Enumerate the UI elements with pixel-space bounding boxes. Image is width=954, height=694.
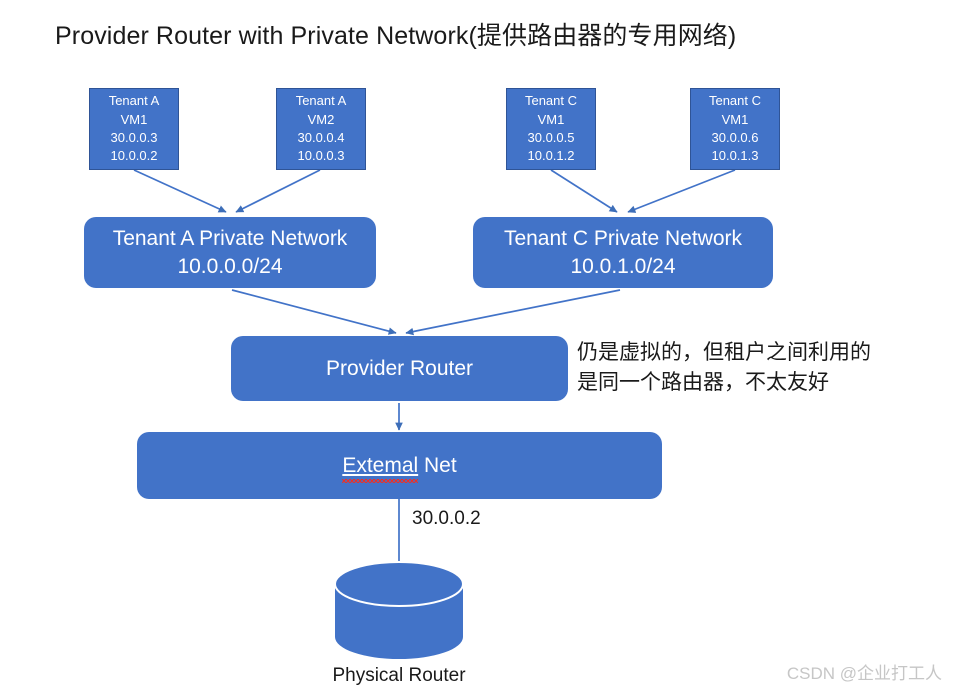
connector-vm-a2-to-net-a (235, 169, 321, 213)
vm-tenant-c-vm1-a-line-3: 30.0.0.5 (527, 130, 575, 145)
provider-router-label: Provider Router (325, 356, 474, 380)
vm-tenant-a-vm1-line-1: Tenant A (108, 93, 160, 109)
external-net-label: Extemal Net (342, 453, 457, 483)
vm-tenant-c-vm1-a-line-4: 10.0.1.2 (527, 148, 575, 164)
connector-vm-c2-to-net-c (627, 169, 736, 213)
vm-tenant-a-vm2-line-2: VM2 (307, 111, 335, 127)
tenant-c-private-network-cidr: 10.0.1.0/24 (570, 254, 676, 278)
vm-tenant-c-vm1-a-line-2: VM1 (537, 111, 565, 127)
connector-net-c-to-router (405, 289, 621, 336)
vm-tenant-c-vm1-a-line-1: Tenant C (524, 93, 578, 109)
tenant-a-private-network-cidr: 10.0.0.0/24 (177, 254, 283, 278)
vm-tenant-c-vm1-b-line-4: 10.0.1.3 (711, 148, 759, 164)
vm-tenant-a-vm1-line-2: VM1 (120, 111, 148, 127)
vm-tenant-a-vm2-line-1: Tenant A (295, 93, 347, 109)
diagram-canvas: Provider Router with Private Network(提供路… (0, 0, 954, 694)
connector-vm-c1-to-net-c (550, 169, 618, 213)
annotation-line-1: 仍是虚拟的，但租户之间利用的 (577, 341, 871, 364)
external-net-misspelled-word: Extemal (342, 453, 419, 483)
vm-tenant-c-vm1-b-line-1: Tenant C (708, 93, 762, 109)
tenant-c-private-network-title: Tenant C Private Network (503, 226, 743, 250)
vm-tenant-c-vm1-b[interactable]: Tenant C VM1 30.0.0.6 10.0.1.3 (690, 88, 780, 170)
annotation-note: 仍是虚拟的，但租户之间利用的 是同一个路由器，不太友好 (577, 338, 932, 398)
external-ip-label: 30.0.0.2 (412, 508, 481, 529)
physical-router-cylinder (334, 561, 464, 659)
connector-net-a-to-router (231, 289, 397, 335)
external-net[interactable]: Extemal Net (137, 432, 662, 499)
page-title: Provider Router with Private Network(提供路… (55, 22, 737, 50)
annotation-line-2: 是同一个路由器，不太友好 (577, 370, 829, 394)
vm-tenant-c-vm1-b-line-2: VM1 (721, 111, 749, 127)
vm-tenant-c-vm1-b-line-3: 30.0.0.6 (711, 130, 759, 145)
vm-tenant-a-vm2-line-3: 30.0.0.4 (297, 130, 345, 145)
external-net-label-rest: Net (418, 453, 457, 477)
physical-router-caption: Physical Router (332, 665, 466, 686)
vm-tenant-a-vm1-line-3: 30.0.0.3 (110, 130, 158, 145)
tenant-a-private-network[interactable]: Tenant A Private Network 10.0.0.0/24 (84, 217, 376, 288)
provider-router[interactable]: Provider Router (231, 336, 568, 401)
tenant-a-private-network-title: Tenant A Private Network (112, 226, 348, 250)
vm-tenant-a-vm1-line-4: 10.0.0.2 (110, 148, 158, 164)
tenant-c-private-network[interactable]: Tenant C Private Network 10.0.1.0/24 (473, 217, 773, 288)
vm-tenant-a-vm2[interactable]: Tenant A VM2 30.0.0.4 10.0.0.3 (276, 88, 366, 170)
csdn-watermark: CSDN @企业打工人 (786, 664, 942, 683)
vm-tenant-a-vm2-line-4: 10.0.0.3 (297, 148, 345, 164)
connector-vm-a1-to-net-a (133, 169, 227, 213)
vm-tenant-a-vm1[interactable]: Tenant A VM1 30.0.0.3 10.0.0.2 (89, 88, 179, 170)
vm-tenant-c-vm1-a[interactable]: Tenant C VM1 30.0.0.5 10.0.1.2 (506, 88, 596, 170)
